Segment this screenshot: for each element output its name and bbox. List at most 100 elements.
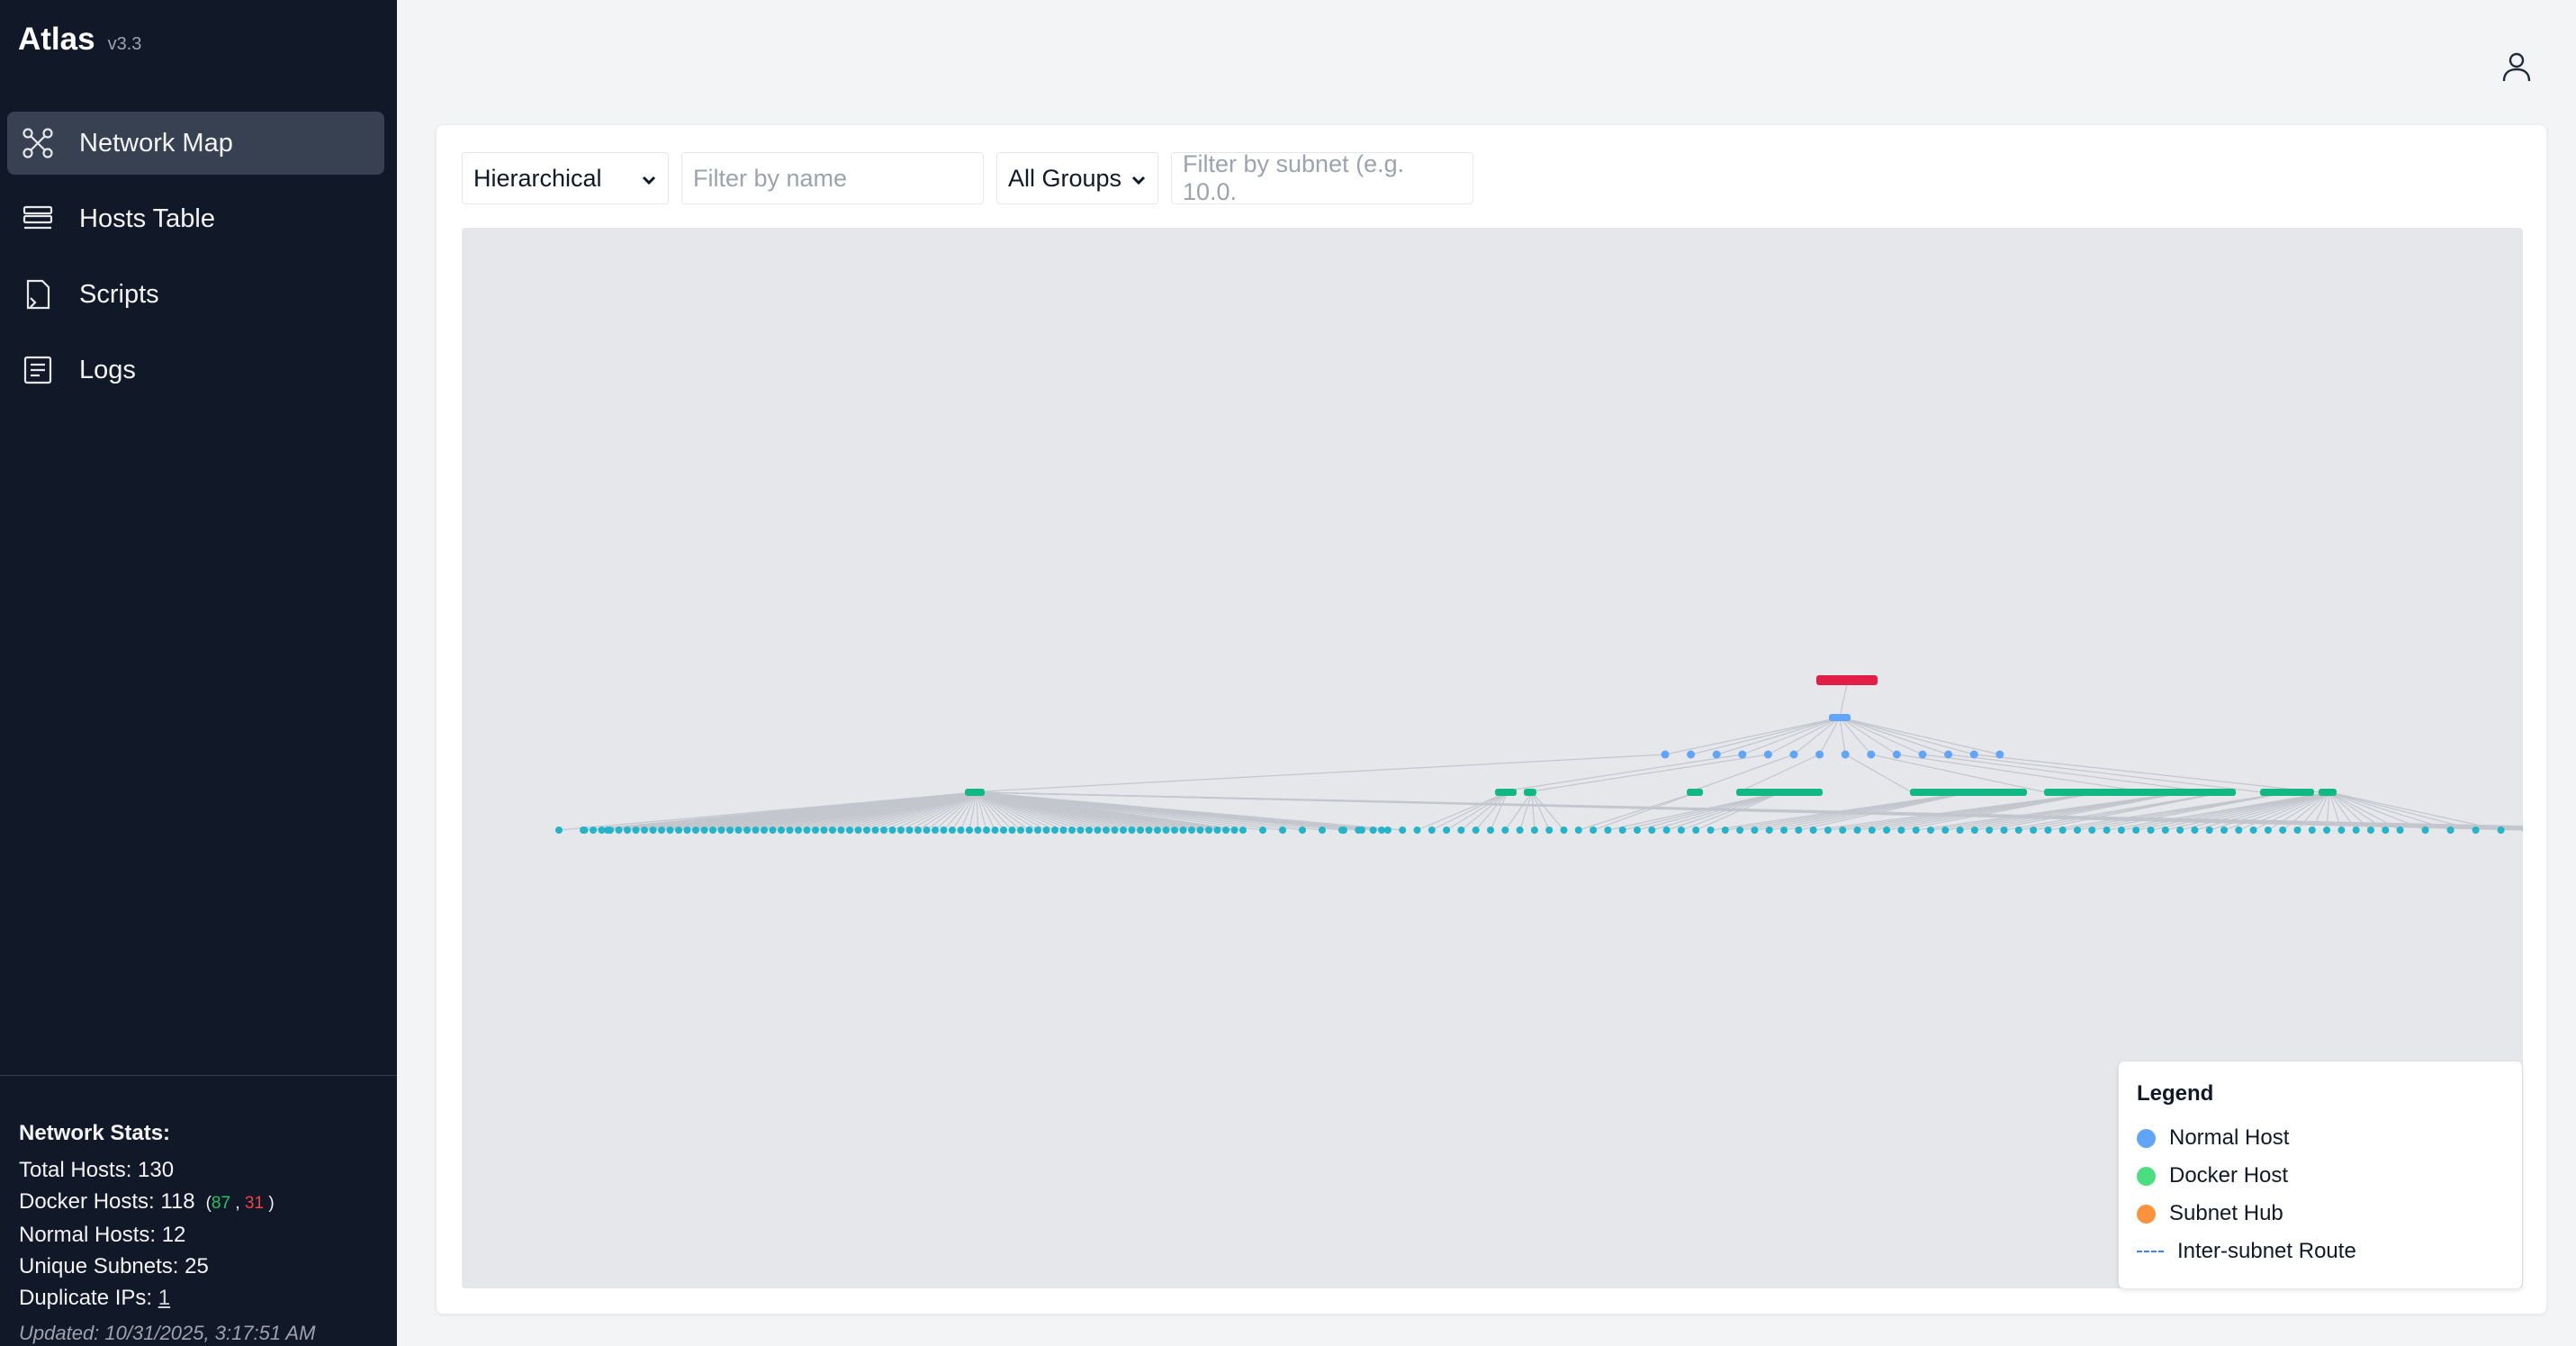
docker-host-node[interactable]: [624, 827, 631, 834]
docker-host-node[interactable]: [1042, 827, 1050, 834]
docker-host-node[interactable]: [1378, 827, 1385, 834]
docker-host-node[interactable]: [820, 827, 828, 834]
docker-host-node[interactable]: [598, 827, 606, 834]
nav-item-logs[interactable]: Logs: [7, 339, 384, 402]
docker-host-node[interactable]: [1051, 827, 1058, 834]
subnet-hub-node[interactable]: [1495, 789, 1517, 796]
docker-host-node[interactable]: [1604, 827, 1612, 834]
docker-host-node[interactable]: [1545, 827, 1554, 834]
docker-host-node[interactable]: [1662, 827, 1671, 834]
docker-host-node[interactable]: [2000, 827, 2008, 834]
docker-host-node[interactable]: [709, 827, 716, 834]
docker-host-node[interactable]: [1413, 827, 1421, 834]
docker-host-node[interactable]: [778, 827, 785, 834]
docker-host-node[interactable]: [675, 827, 682, 834]
docker-host-node[interactable]: [983, 827, 990, 834]
docker-host-node[interactable]: [1707, 827, 1715, 834]
docker-host-node[interactable]: [761, 827, 768, 834]
docker-host-node[interactable]: [2396, 827, 2404, 834]
gateway-node[interactable]: [1829, 714, 1851, 721]
docker-host-node[interactable]: [615, 827, 623, 834]
docker-host-node[interactable]: [1094, 827, 1102, 834]
docker-host-node[interactable]: [871, 827, 879, 834]
docker-host-node[interactable]: [1868, 827, 1876, 834]
docker-host-node[interactable]: [1111, 827, 1119, 834]
normal-host-node[interactable]: [1969, 750, 1978, 759]
docker-host-node[interactable]: [717, 827, 725, 834]
normal-host-node[interactable]: [1712, 750, 1721, 759]
docker-host-node[interactable]: [700, 827, 708, 834]
docker-host-node[interactable]: [2352, 827, 2360, 834]
docker-host-node[interactable]: [632, 827, 640, 834]
docker-host-node[interactable]: [786, 827, 794, 834]
docker-host-node[interactable]: [957, 827, 965, 834]
docker-host-node[interactable]: [1145, 827, 1153, 834]
docker-host-node[interactable]: [1383, 827, 1392, 834]
layout-select[interactable]: Hierarchical: [462, 152, 669, 204]
normal-host-node[interactable]: [1815, 750, 1824, 759]
docker-host-node[interactable]: [897, 827, 905, 834]
normal-host-node[interactable]: [1867, 750, 1876, 759]
nav-item-scripts[interactable]: Scripts: [7, 263, 384, 326]
docker-host-node[interactable]: [803, 827, 811, 834]
normal-host-node[interactable]: [1789, 750, 1798, 759]
docker-host-node[interactable]: [1076, 827, 1085, 834]
docker-host-node[interactable]: [1457, 827, 1465, 834]
subnet-hub-node[interactable]: [2147, 789, 2219, 796]
docker-host-node[interactable]: [1574, 827, 1582, 834]
docker-host-node[interactable]: [1765, 827, 1773, 834]
docker-host-node[interactable]: [829, 827, 836, 834]
docker-host-node[interactable]: [1034, 827, 1041, 834]
normal-host-node[interactable]: [1944, 750, 1953, 759]
docker-host-node[interactable]: [2176, 827, 2184, 834]
docker-host-node[interactable]: [1171, 827, 1178, 834]
normal-host-node[interactable]: [1738, 750, 1747, 759]
docker-host-node[interactable]: [607, 827, 614, 834]
docker-host-node[interactable]: [2117, 827, 2125, 834]
docker-host-node[interactable]: [1487, 827, 1494, 834]
docker-host-node[interactable]: [1897, 827, 1905, 834]
docker-host-node[interactable]: [1501, 827, 1509, 834]
docker-host-node[interactable]: [1299, 827, 1306, 834]
normal-host-node[interactable]: [1892, 750, 1901, 759]
docker-host-node[interactable]: [1428, 827, 1436, 834]
docker-host-node[interactable]: [914, 827, 922, 834]
docker-host-node[interactable]: [2161, 827, 2169, 834]
docker-host-node[interactable]: [1530, 827, 1538, 834]
docker-host-node[interactable]: [1128, 827, 1136, 834]
docker-host-node[interactable]: [2220, 827, 2228, 834]
docker-host-node[interactable]: [581, 827, 589, 834]
subnet-hub-node[interactable]: [1524, 789, 1536, 796]
docker-host-node[interactable]: [1692, 827, 1700, 834]
docker-host-node[interactable]: [1196, 827, 1204, 834]
docker-host-node[interactable]: [1853, 827, 1861, 834]
docker-host-node[interactable]: [590, 827, 597, 834]
docker-host-node[interactable]: [2279, 827, 2287, 834]
subnet-hub-node[interactable]: [1910, 789, 2027, 796]
docker-host-node[interactable]: [1179, 827, 1187, 834]
docker-host-node[interactable]: [1399, 827, 1407, 834]
docker-host-node[interactable]: [1839, 827, 1847, 834]
subnet-hub-node[interactable]: [2319, 789, 2337, 796]
docker-host-node[interactable]: [692, 827, 699, 834]
docker-host-node[interactable]: [1883, 827, 1891, 834]
docker-host-node[interactable]: [769, 827, 777, 834]
docker-host-node[interactable]: [1736, 827, 1744, 834]
docker-host-node[interactable]: [752, 827, 760, 834]
docker-host-node[interactable]: [1188, 827, 1195, 834]
subnet-filter-input[interactable]: Filter by subnet (e.g. 10.0.: [1171, 150, 1473, 205]
docker-host-node[interactable]: [795, 827, 802, 834]
docker-host-node[interactable]: [1008, 827, 1016, 834]
docker-host-node[interactable]: [1259, 827, 1266, 834]
docker-host-node[interactable]: [2249, 827, 2257, 834]
subnet-hub-node[interactable]: [2260, 789, 2314, 796]
docker-host-node[interactable]: [1025, 827, 1033, 834]
docker-host-node[interactable]: [1162, 827, 1170, 834]
docker-host-node[interactable]: [1205, 827, 1212, 834]
docker-host-node[interactable]: [1560, 827, 1568, 834]
docker-host-node[interactable]: [2030, 827, 2038, 834]
docker-host-node[interactable]: [2044, 827, 2052, 834]
docker-host-node[interactable]: [1319, 827, 1326, 834]
docker-host-node[interactable]: [743, 827, 751, 834]
docker-host-node[interactable]: [1809, 827, 1817, 834]
